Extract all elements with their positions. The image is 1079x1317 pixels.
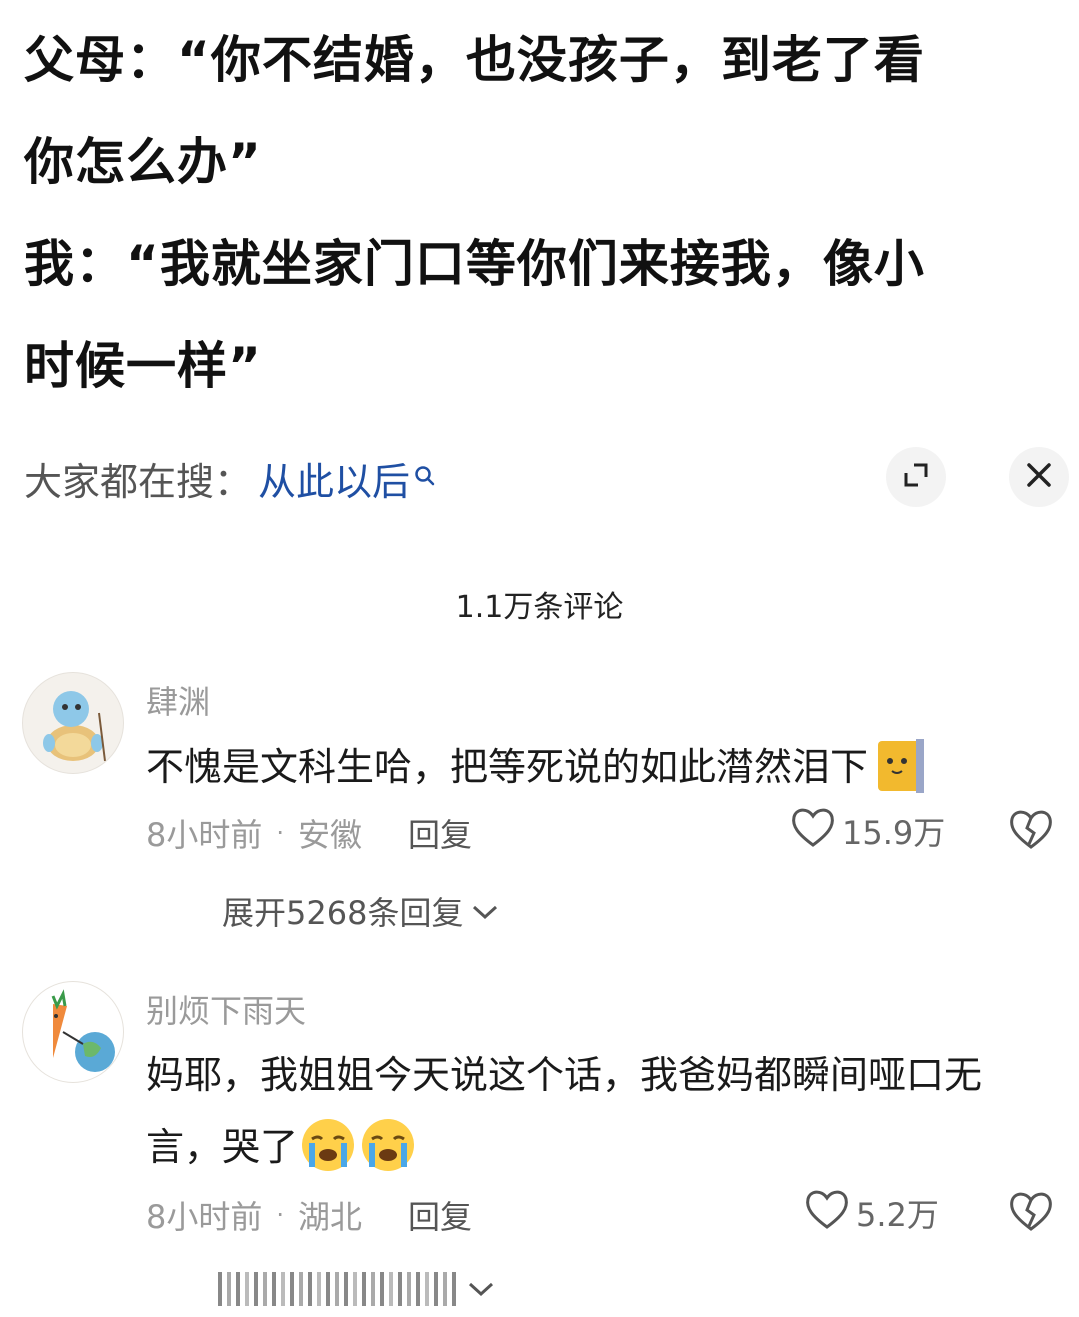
like-button[interactable]: 15.9万: [790, 806, 945, 856]
avatar[interactable]: [22, 981, 124, 1083]
redaction-bar: [398, 1272, 402, 1306]
like-count: 5.2万: [856, 1196, 939, 1234]
redaction-bar: [254, 1272, 258, 1306]
expand-replies-label: 展开5268条回复: [222, 894, 464, 932]
redaction-bar: [434, 1272, 438, 1306]
redaction-bar: [317, 1272, 321, 1306]
reply-button[interactable]: 回复: [408, 810, 472, 856]
search-icon: [414, 465, 436, 491]
dislike-button[interactable]: [1008, 808, 1054, 854]
broken-heart-icon: [1008, 810, 1054, 854]
redaction-bar: [407, 1272, 411, 1306]
heart-icon: [804, 1188, 856, 1238]
expand-button[interactable]: [886, 447, 946, 507]
redaction-bar: [236, 1272, 240, 1306]
redaction-bar: [371, 1272, 375, 1306]
expand-replies-button[interactable]: 展开5268条回复: [222, 888, 499, 934]
comment-text-content: 不愧是文科生哈，把等死说的如此潸然泪下: [146, 745, 869, 789]
redaction-bar: [281, 1272, 285, 1306]
comment-time: 8小时前: [146, 816, 263, 854]
redaction-bar: [299, 1272, 303, 1306]
redaction-bar: [452, 1272, 456, 1306]
post-line-4: 时候一样”: [24, 337, 262, 395]
redaction-bar: [425, 1272, 429, 1306]
comment-text-line-2: 言，哭了: [146, 1116, 418, 1182]
heart-icon: [790, 806, 842, 856]
cat-emoji-icon: [876, 737, 925, 802]
chevron-down-icon: [463, 892, 499, 930]
redaction-bar: [416, 1272, 420, 1306]
redaction-bar: [308, 1272, 312, 1306]
crying-emoji-icon: [358, 1117, 418, 1182]
chevron-down-icon: [467, 1279, 495, 1299]
expand-icon: [900, 459, 932, 495]
redaction-bar: [227, 1272, 231, 1306]
comment-text-line-1: 妈耶，我姐姐今天说这个话，我爸妈都瞬间哑口无: [146, 1053, 983, 1097]
comment-time: 8小时前: [146, 1198, 263, 1236]
search-prefix: 大家都在搜：: [24, 459, 253, 504]
like-count: 15.9万: [842, 814, 946, 852]
redaction-bar: [362, 1272, 366, 1306]
redaction-bar: [335, 1272, 339, 1306]
comment-location: 湖北: [298, 1198, 363, 1236]
redaction-bar: [290, 1272, 294, 1306]
comment-meta: 8小时前 · 安徽 回复: [146, 810, 472, 856]
comment-username[interactable]: 别烦下雨天: [146, 986, 306, 1032]
redaction-bar: [218, 1272, 222, 1306]
redaction-bar: [326, 1272, 330, 1306]
obscured-expand-replies[interactable]: [218, 1272, 495, 1306]
close-icon: [1025, 461, 1053, 493]
like-button[interactable]: 5.2万: [804, 1188, 939, 1238]
dislike-button[interactable]: [1008, 1190, 1054, 1236]
trending-search[interactable]: 大家都在搜： 从此以后: [24, 452, 436, 504]
comment-location: 安徽: [298, 816, 363, 854]
broken-heart-icon: [1008, 1192, 1054, 1236]
redaction-bar: [389, 1272, 393, 1306]
meta-separator: ·: [276, 1201, 285, 1229]
avatar[interactable]: [22, 672, 124, 774]
post-line-1: 父母：“你不结婚，也没孩子，到老了看: [24, 31, 925, 89]
close-button[interactable]: [1009, 447, 1069, 507]
comment-count: 1.1万条评论: [455, 590, 624, 625]
comment-meta: 8小时前 · 湖北 回复: [146, 1192, 472, 1238]
redaction-bar: [263, 1272, 267, 1306]
post-line-3: 我：“我就坐家门口等你们来接我，像小: [24, 235, 925, 293]
crying-emoji-icon: [298, 1117, 358, 1182]
redaction-bar: [272, 1272, 276, 1306]
comment-username[interactable]: 肆渊: [146, 677, 210, 723]
redaction-bar: [443, 1272, 447, 1306]
redaction-bar: [380, 1272, 384, 1306]
reply-button[interactable]: 回复: [408, 1192, 472, 1238]
redaction-bar: [245, 1272, 249, 1306]
meta-separator: ·: [276, 819, 285, 847]
redaction-bar: [353, 1272, 357, 1306]
search-term-link[interactable]: 从此以后: [258, 451, 410, 506]
redaction-bar: [344, 1272, 348, 1306]
comment-text-content: 言，哭了: [146, 1125, 299, 1169]
post-line-2: 你怎么办”: [24, 133, 262, 191]
comment-text: 不愧是文科生哈，把等死说的如此潸然泪下: [146, 736, 925, 802]
